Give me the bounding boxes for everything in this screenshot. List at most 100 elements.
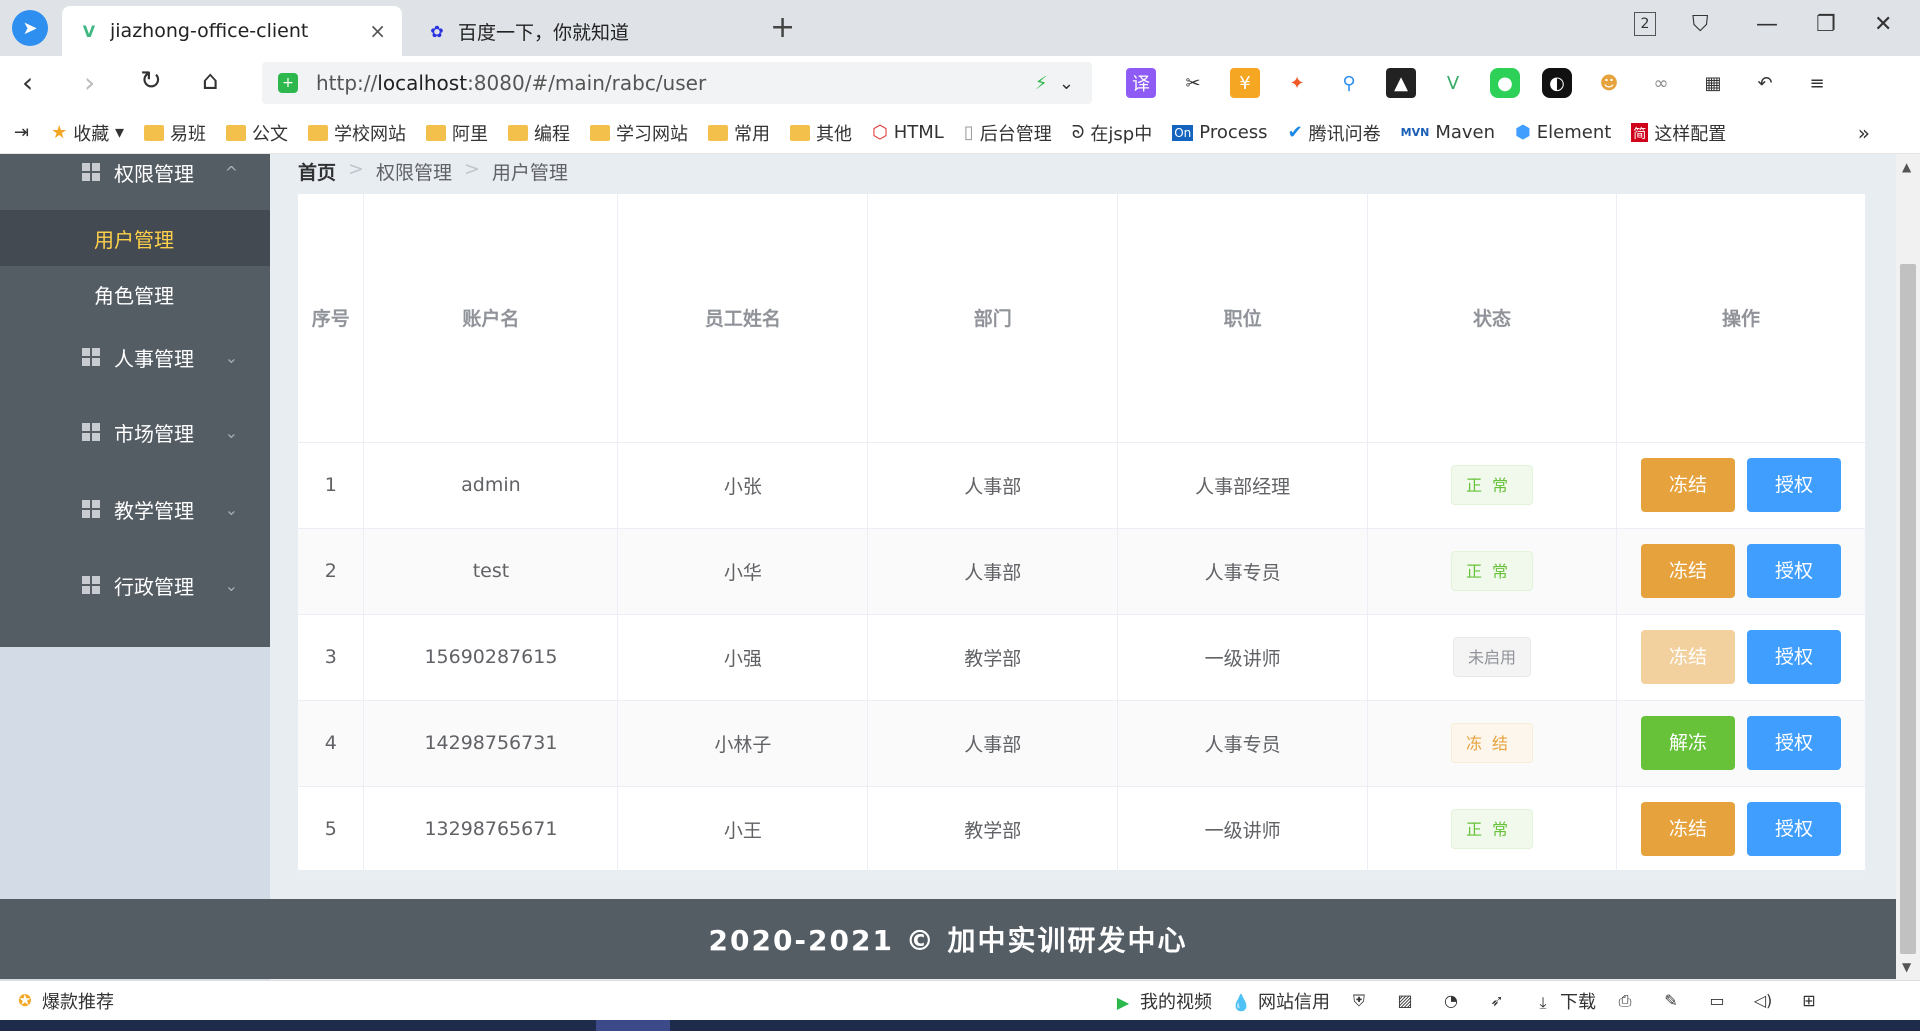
sidebar-group-admin[interactable]: 行政管理 ⌄: [0, 550, 270, 620]
status-badge: 正常: [1451, 809, 1534, 849]
footer: 2020-2021 © 加中实训研发中心: [0, 899, 1896, 979]
grant-button[interactable]: 授权: [1746, 802, 1841, 856]
freeze-button[interactable]: 冻结: [1640, 458, 1735, 512]
bookmark-item[interactable]: ⬢ Element: [1515, 122, 1611, 143]
bookmark-item[interactable]: 简这样配置: [1631, 120, 1726, 146]
grid-apps-icon[interactable]: ▦: [1698, 68, 1728, 98]
bookmark-folder[interactable]: 公文: [226, 120, 288, 146]
forward-button[interactable]: ›: [84, 66, 95, 99]
new-tab-button[interactable]: +: [770, 10, 795, 45]
bookmark-item[interactable]: MVN Maven: [1401, 122, 1495, 143]
minimize-button[interactable]: —: [1756, 12, 1778, 37]
bookmark-folder[interactable]: 阿里: [426, 120, 488, 146]
print-icon[interactable]: ⎙: [1614, 990, 1636, 1012]
star-icon: ★: [51, 122, 68, 143]
sidebar-group-teaching[interactable]: 教学管理 ⌄: [0, 474, 270, 544]
app-icon[interactable]: ▲: [1386, 68, 1416, 98]
back-button[interactable]: ‹: [22, 66, 33, 99]
sidebar-group-market[interactable]: 市场管理 ⌄: [0, 397, 270, 467]
speed-icon[interactable]: ◔: [1440, 990, 1462, 1012]
bookmark-folder[interactable]: 编程: [508, 120, 570, 146]
cell-status: 未启用: [1367, 614, 1617, 701]
download-icon: ⤓: [1539, 992, 1547, 1012]
close-window-button[interactable]: ✕: [1874, 12, 1892, 37]
window-icon[interactable]: ▭: [1706, 990, 1728, 1012]
url-input[interactable]: + http://localhost:8080/#/main/rabc/user…: [262, 62, 1092, 104]
search-icon[interactable]: ⚲: [1334, 68, 1364, 98]
translate-icon[interactable]: 译: [1126, 68, 1156, 98]
shield-icon[interactable]: ⛨: [1348, 990, 1370, 1012]
grid-icon: [82, 423, 100, 441]
browser-tab-bar: ➤ V jiazhong-office-client × ✿ 百度一下，你就知道…: [0, 0, 1920, 56]
image-icon[interactable]: ▨: [1394, 990, 1416, 1012]
cell-index: 3: [298, 614, 365, 701]
element-icon: ⬢: [1515, 122, 1531, 143]
skin-icon[interactable]: ⛉: [1692, 12, 1709, 37]
sidebar-group-permission[interactable]: 权限管理 ^: [0, 154, 270, 190]
cell-position: 人事专员: [1117, 528, 1369, 615]
tab-close-icon[interactable]: ×: [369, 19, 386, 43]
sidebar-group-hr[interactable]: 人事管理 ⌄: [0, 322, 270, 392]
link-icon[interactable]: ∞: [1646, 68, 1676, 98]
chat-icon[interactable]: ◐: [1542, 68, 1572, 98]
freeze-button[interactable]: 冻结: [1640, 544, 1735, 598]
sidebar-item-user-management[interactable]: 用户管理: [0, 210, 270, 266]
tab-jiazhong[interactable]: V jiazhong-office-client ×: [62, 6, 402, 56]
grant-button[interactable]: 授权: [1746, 630, 1841, 684]
scissors-icon[interactable]: ✂: [1178, 68, 1208, 98]
sidebar-item-role-management[interactable]: 角色管理: [0, 266, 270, 322]
grant-button[interactable]: 授权: [1746, 544, 1841, 598]
wechat-icon[interactable]: ●: [1490, 68, 1520, 98]
scroll-up-icon[interactable]: ▲: [1902, 160, 1911, 174]
breadcrumb-home[interactable]: 首页: [298, 158, 336, 185]
site-credit-button[interactable]: 💧 网站信用: [1230, 988, 1330, 1014]
user-table: 序号 账户名 员工姓名 部门 职位 状态 操作 1 admin 小张 人事部 人事部经理…: [298, 194, 1867, 873]
my-video-button[interactable]: ▶ 我的视频: [1112, 988, 1212, 1014]
freeze-button[interactable]: 冻结: [1640, 630, 1735, 684]
bookmark-folder[interactable]: 学校网站: [308, 120, 406, 146]
bookmark-item[interactable]: ★ 收藏 ▾: [51, 120, 124, 146]
footer-text: 2020-2021 © 加中实训研发中心: [708, 924, 1188, 957]
bookmark-folder[interactable]: 常用: [708, 120, 770, 146]
bookmarks-bar: ⇥ ★ 收藏 ▾ 易班 公文 学校网站 阿里 编程 学习网站 常用 其他 ⬡ HTM…: [0, 112, 1920, 154]
zoom-icon[interactable]: ⊞: [1798, 990, 1820, 1012]
clean-icon[interactable]: ✎: [1660, 990, 1682, 1012]
browser-logo-icon[interactable]: ➤: [12, 10, 48, 46]
bookmark-folder[interactable]: 学习网站: [590, 120, 688, 146]
freeze-button[interactable]: 冻结: [1640, 802, 1735, 856]
bookmark-item[interactable]: ⬡ HTML: [872, 122, 944, 143]
grant-button[interactable]: 授权: [1746, 458, 1841, 512]
hot-recommend[interactable]: ✪ 爆款推荐: [14, 988, 114, 1014]
bookmarks-more-button[interactable]: »: [1858, 121, 1870, 145]
undo-icon[interactable]: ↶: [1750, 68, 1780, 98]
menu-icon[interactable]: ≡: [1802, 68, 1832, 98]
game-icon[interactable]: ✦: [1282, 68, 1312, 98]
bookmark-item[interactable]: ▯ 后台管理: [964, 120, 1052, 146]
maximize-button[interactable]: ❐: [1816, 12, 1836, 37]
grant-button[interactable]: 授权: [1746, 716, 1841, 770]
bookmark-folder[interactable]: 易班: [144, 120, 206, 146]
breadcrumb-level1: 权限管理: [375, 162, 452, 184]
scroll-down-icon[interactable]: ▼: [1902, 960, 1911, 974]
tiger-icon[interactable]: ☻: [1594, 68, 1624, 98]
bookmark-item[interactable]: ✔ 腾讯问卷: [1288, 120, 1381, 146]
bookmark-item[interactable]: On Process: [1172, 122, 1268, 143]
page-scrollbar[interactable]: ▲ ▼: [1896, 154, 1920, 980]
download-button[interactable]: ⤓ 下载: [1532, 988, 1596, 1014]
tab-count-badge[interactable]: 2: [1634, 12, 1656, 36]
coin-icon[interactable]: ¥: [1230, 68, 1260, 98]
rocket-icon[interactable]: ➶: [1486, 990, 1508, 1012]
chevron-down-icon: ⌄: [224, 347, 238, 367]
bookmark-item[interactable]: ᘐ 在jsp中: [1072, 120, 1153, 146]
unfreeze-button[interactable]: 解冻: [1640, 716, 1735, 770]
tab-baidu[interactable]: ✿ 百度一下，你就知道: [410, 6, 750, 56]
scroll-thumb[interactable]: [1900, 264, 1916, 954]
lightning-dropdown-icon[interactable]: ⚡ ⌄: [1035, 73, 1074, 94]
folder-icon: [308, 124, 328, 141]
sidebar-toggle-icon[interactable]: ⇥: [14, 122, 29, 143]
home-button[interactable]: ⌂: [202, 66, 219, 96]
volume-icon[interactable]: ◁): [1752, 990, 1774, 1012]
reload-button[interactable]: ↻: [140, 66, 162, 96]
bookmark-folder[interactable]: 其他: [790, 120, 852, 146]
vue-devtools-icon[interactable]: V: [1438, 68, 1468, 98]
